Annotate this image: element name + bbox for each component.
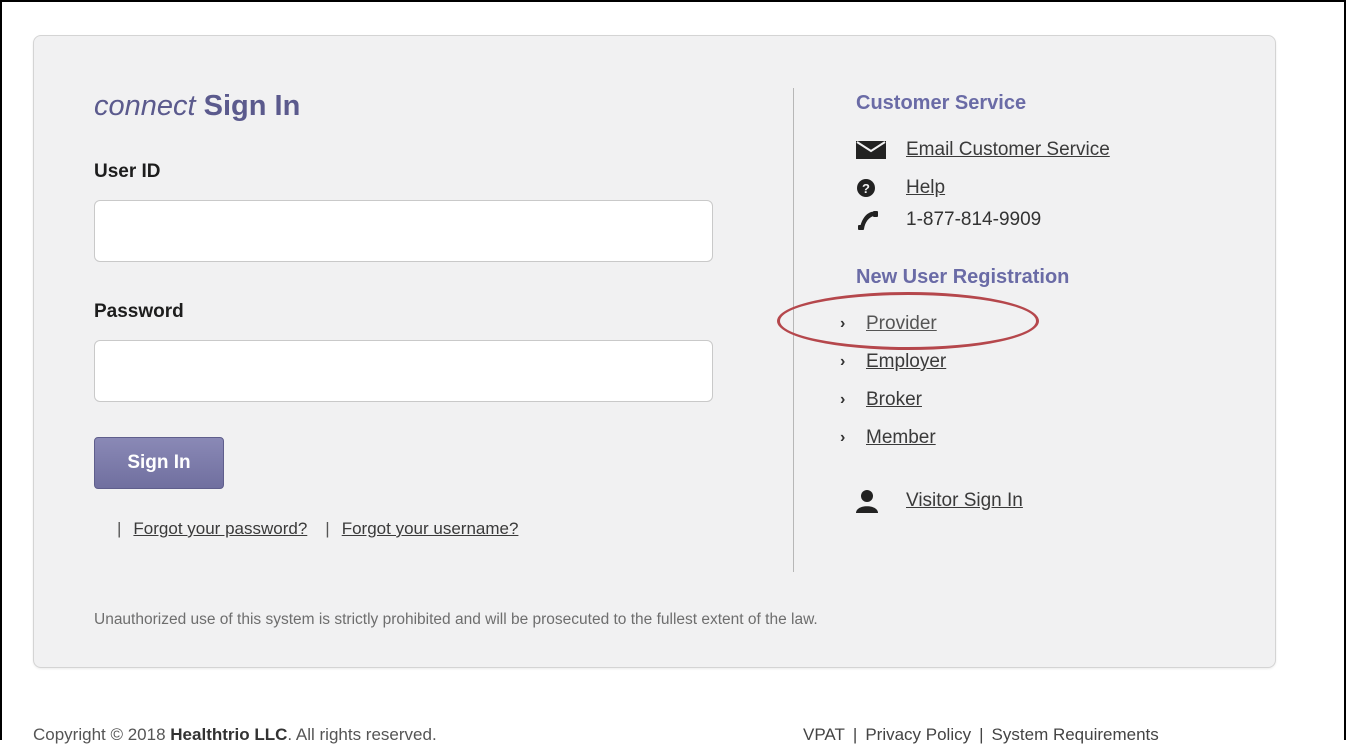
visitor-sign-in-link[interactable]: Visitor Sign In bbox=[906, 490, 1023, 512]
email-customer-service-link[interactable]: Email Customer Service bbox=[906, 139, 1110, 161]
separator: | bbox=[117, 519, 122, 538]
registration-item-broker: › Broker bbox=[840, 389, 922, 411]
footer-links: VPAT | Privacy Policy | System Requirements bbox=[803, 725, 1159, 745]
sign-in-button[interactable]: Sign In bbox=[94, 437, 224, 489]
help-row: ? Help bbox=[856, 176, 945, 200]
registration-item-employer: › Employer bbox=[840, 351, 946, 373]
visitor-row: Visitor Sign In bbox=[856, 489, 1023, 513]
password-input[interactable] bbox=[94, 340, 713, 402]
help-link[interactable]: Help bbox=[906, 177, 945, 199]
separator: | bbox=[852, 725, 858, 744]
forgot-username-link[interactable]: Forgot your username? bbox=[342, 519, 519, 538]
svg-text:?: ? bbox=[862, 181, 870, 196]
chevron-right-icon: › bbox=[840, 391, 846, 408]
password-label: Password bbox=[94, 301, 184, 322]
registration-item-member: › Member bbox=[840, 427, 936, 449]
email-row: Email Customer Service bbox=[856, 138, 1110, 162]
copyright: Copyright © 2018 Healthtrio LLC. All rig… bbox=[33, 725, 437, 745]
brand-word: connect bbox=[94, 90, 196, 122]
page-title: connect Sign In bbox=[94, 90, 300, 123]
question-circle-icon: ? bbox=[856, 176, 890, 200]
system-requirements-link[interactable]: System Requirements bbox=[992, 725, 1159, 744]
envelope-icon bbox=[856, 138, 890, 162]
chevron-right-icon: › bbox=[840, 429, 846, 446]
chevron-right-icon: › bbox=[840, 353, 846, 370]
member-link[interactable]: Member bbox=[866, 427, 936, 449]
privacy-policy-link[interactable]: Privacy Policy bbox=[865, 725, 971, 744]
user-icon bbox=[856, 489, 890, 513]
copyright-prefix: Copyright © 2018 bbox=[33, 725, 171, 744]
separator: | bbox=[979, 725, 984, 744]
new-user-registration-title: New User Registration bbox=[856, 266, 1070, 288]
company-name: Healthtrio LLC bbox=[170, 725, 288, 744]
vpat-link[interactable]: VPAT bbox=[803, 725, 845, 744]
forgot-links: | Forgot your password? | Forgot your usern… bbox=[117, 519, 518, 539]
chevron-right-icon: › bbox=[840, 315, 846, 332]
title-text: Sign In bbox=[195, 90, 301, 122]
vertical-divider bbox=[793, 88, 794, 572]
separator: | bbox=[325, 519, 330, 538]
provider-link[interactable]: Provider bbox=[866, 313, 937, 335]
legal-disclaimer: Unauthorized use of this system is stric… bbox=[94, 611, 818, 628]
userid-input[interactable] bbox=[94, 200, 713, 262]
customer-service-title: Customer Service bbox=[856, 92, 1027, 114]
userid-label: User ID bbox=[94, 161, 161, 182]
forgot-password-link[interactable]: Forgot your password? bbox=[133, 519, 307, 538]
broker-link[interactable]: Broker bbox=[866, 389, 922, 411]
phone-row: 1-877-814-9909 bbox=[856, 208, 1041, 232]
copyright-suffix: . All rights reserved. bbox=[287, 725, 437, 744]
employer-link[interactable]: Employer bbox=[866, 351, 946, 373]
registration-item-provider: › Provider bbox=[840, 313, 937, 335]
phone-icon bbox=[856, 208, 890, 232]
phone-number: 1-877-814-9909 bbox=[906, 209, 1042, 230]
